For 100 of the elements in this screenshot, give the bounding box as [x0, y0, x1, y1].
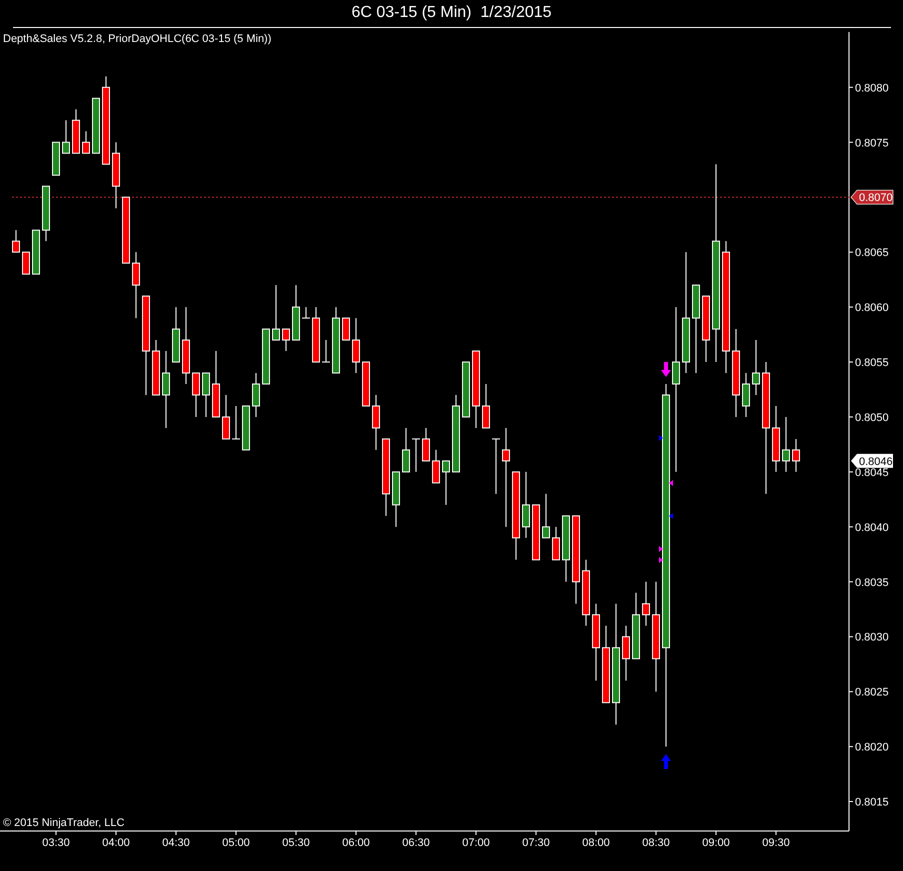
- candlestick: [552, 526, 560, 560]
- candlestick: [372, 394, 380, 450]
- triangle-marker-icon: [659, 435, 663, 441]
- candlestick: [442, 460, 450, 506]
- time-tick-label: 07:00: [462, 837, 490, 849]
- candlestick: [342, 318, 350, 341]
- price-tick-label: 0.8060: [855, 302, 889, 314]
- last-price-tag: 0.8046: [851, 454, 893, 468]
- candlestick: [562, 515, 570, 582]
- candlestick: [352, 318, 360, 374]
- price-tick-label: 0.8050: [855, 412, 889, 424]
- price-tick: [848, 581, 854, 582]
- candlestick: [322, 340, 330, 363]
- candlestick: [402, 427, 410, 472]
- candlestick: [622, 625, 630, 682]
- candlestick: [62, 120, 70, 154]
- price-tick: [848, 746, 854, 748]
- price-tick: [848, 252, 854, 253]
- price-tick: [848, 306, 854, 308]
- price-tick: [848, 86, 854, 88]
- candlestick: [222, 394, 230, 440]
- candlestick: [42, 186, 50, 242]
- candlestick: [332, 306, 340, 374]
- candlestick: [422, 427, 430, 462]
- candlestick: [232, 405, 240, 440]
- candlestick: [392, 471, 400, 528]
- price-tick-label: 0.8035: [855, 576, 889, 589]
- copyright-text: © 2015 NinjaTrader, LLC: [3, 817, 124, 829]
- candlestick: [792, 438, 800, 472]
- ref-line-label: 0.8070: [859, 192, 893, 204]
- time-tick-label: 05:30: [282, 837, 310, 849]
- candlestick: [112, 142, 120, 209]
- candlestick: [532, 504, 540, 560]
- candlestick: [582, 559, 590, 626]
- price-level-tag: 0.8070: [850, 190, 894, 205]
- price-tick: [848, 416, 854, 418]
- candlestick: [12, 230, 20, 253]
- price-tick-label: 0.8055: [855, 357, 889, 370]
- price-tick: [848, 362, 854, 363]
- price-tick-label: 0.8080: [855, 82, 889, 94]
- chart-title: 6C 03-15 (5 Min) 1/23/2015: [12, 0, 890, 28]
- candlestick: [462, 362, 470, 418]
- candlestick: [32, 230, 40, 275]
- candlestick: [212, 350, 220, 418]
- down-arrow-icon: [661, 362, 671, 377]
- candlestick: [482, 384, 490, 428]
- candlestick: [412, 438, 420, 472]
- candlestick: [92, 98, 100, 154]
- price-tick: [848, 636, 854, 638]
- price-tick-label: 0.8075: [855, 137, 889, 150]
- price-tick: [848, 142, 854, 143]
- time-tick-label: 09:30: [762, 837, 790, 849]
- up-arrow-icon: [661, 754, 671, 769]
- candlestick: [72, 108, 80, 154]
- price-tick-label: 0.8040: [855, 522, 889, 534]
- candlestick: [22, 252, 30, 275]
- time-tick-label: 09:00: [702, 837, 730, 849]
- time-tick-label: 08:30: [642, 837, 670, 849]
- indicator-label: Depth&Sales V5.2.8, PriorDayOHLC(6C 03-15 (5 Min)): [3, 33, 272, 45]
- price-tick-label: 0.8065: [855, 247, 889, 260]
- triangle-marker-icon: [659, 557, 663, 563]
- candlestick: [752, 340, 760, 396]
- price-tick: [848, 526, 854, 528]
- time-tick-label: 04:00: [102, 837, 130, 849]
- price-tick: [848, 801, 854, 802]
- price-tick-label: 0.8025: [855, 686, 889, 699]
- time-tick-label: 06:30: [402, 837, 430, 849]
- candlestick: [302, 306, 310, 319]
- candlestick: [782, 416, 790, 472]
- time-tick-label: 04:30: [162, 837, 190, 849]
- time-tick-label: 06:00: [342, 837, 370, 849]
- time-tick-label: 08:00: [582, 837, 610, 849]
- candlestick: [522, 471, 530, 538]
- price-tick: [848, 691, 854, 692]
- candlestick: [492, 438, 500, 494]
- candlestick: [312, 306, 320, 363]
- candlestick: [742, 372, 750, 418]
- candlestick: [362, 362, 370, 406]
- candlestick: [262, 328, 270, 384]
- triangle-marker-icon: [669, 480, 673, 486]
- candlestick: [642, 581, 650, 626]
- candlestick: [192, 372, 200, 418]
- candlestick: [242, 405, 250, 450]
- candlestick: [542, 493, 550, 538]
- time-tick-label: 05:00: [222, 837, 250, 849]
- price-tick-label: 0.8020: [855, 742, 889, 754]
- triangle-marker-icon: [659, 546, 663, 552]
- candlestick: [282, 328, 290, 352]
- candlestick: [292, 284, 300, 341]
- price-tick-label: 0.8030: [855, 632, 889, 644]
- price-tick: [848, 471, 854, 472]
- candlestick: [272, 284, 280, 341]
- candlestick: [702, 296, 710, 363]
- candlestick: [82, 130, 90, 154]
- candlestick: [772, 405, 780, 472]
- candlestick: [172, 306, 180, 363]
- candlestick: [252, 372, 260, 418]
- candlestick: [122, 196, 130, 264]
- time-tick-label: 07:30: [522, 837, 550, 849]
- price-tick-label: 0.8045: [855, 466, 889, 479]
